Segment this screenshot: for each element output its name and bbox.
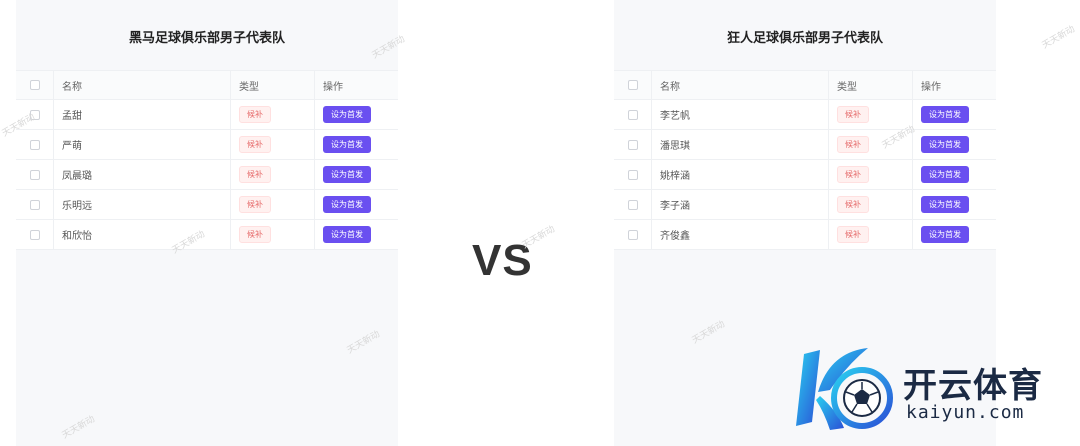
player-name: 李子涵 [652,190,829,219]
column-header-action: 操作 [921,81,941,93]
row-checkbox[interactable] [627,199,638,210]
left-team-table: 名称 类型 操作 孟甜 候补 设为首发 严萌 候补 设为首发 凤晨璐 候补 设为… [16,70,398,250]
table-row: 姚梓涵 候补 设为首发 [614,160,996,190]
status-badge: 候补 [239,106,271,123]
status-badge: 候补 [239,196,271,213]
column-header-type: 类型 [231,71,315,99]
row-checkbox[interactable] [29,139,40,150]
set-starter-button[interactable]: 设为首发 [921,136,969,153]
left-team-panel: 黑马足球俱乐部男子代表队 名称 类型 操作 孟甜 候补 设为首发 严萌 候补 设… [16,0,398,446]
table-row: 和欣怡 候补 设为首发 [16,220,398,250]
set-starter-button[interactable]: 设为首发 [921,196,969,213]
status-badge: 候补 [837,106,869,123]
player-name: 孟甜 [54,100,231,129]
row-checkbox[interactable] [627,139,638,150]
set-starter-button[interactable]: 设为首发 [323,226,371,243]
table-row: 凤晨璐 候补 设为首发 [16,160,398,190]
table-row: 严萌 候补 设为首发 [16,130,398,160]
table-row: 乐明远 候补 设为首发 [16,190,398,220]
status-badge: 候补 [837,166,869,183]
set-starter-button[interactable]: 设为首发 [323,136,371,153]
status-badge: 候补 [837,196,869,213]
player-name: 李艺帆 [652,100,829,129]
player-name: 凤晨璐 [54,160,231,189]
set-starter-button[interactable]: 设为首发 [921,226,969,243]
player-name: 齐俊鑫 [652,220,829,249]
row-checkbox[interactable] [29,109,40,120]
player-name: 严萌 [54,130,231,159]
right-team-title: 狂人足球俱乐部男子代表队 [726,30,883,45]
player-name: 乐明远 [54,190,231,219]
select-all-checkbox[interactable] [627,80,638,90]
select-all-checkbox[interactable] [29,80,40,90]
column-header-name: 名称 [652,71,829,99]
row-checkbox[interactable] [29,199,40,210]
left-team-title: 黑马足球俱乐部男子代表队 [128,30,285,45]
vs-label: VS [472,236,533,285]
column-header-type: 类型 [829,71,913,99]
table-row: 李艺帆 候补 设为首发 [614,100,996,130]
player-name: 和欣怡 [54,220,231,249]
set-starter-button[interactable]: 设为首发 [323,106,371,123]
logo-url-text: kaiyun.com [906,402,1025,423]
status-badge: 候补 [239,166,271,183]
status-badge: 候补 [239,226,271,243]
table-row: 齐俊鑫 候补 设为首发 [614,220,996,250]
table-header: 名称 类型 操作 [614,71,996,100]
table-row: 孟甜 候补 设为首发 [16,100,398,130]
status-badge: 候补 [239,136,271,153]
row-checkbox[interactable] [29,169,40,180]
player-name: 潘思琪 [652,130,829,159]
column-header-action: 操作 [323,81,343,93]
table-row: 潘思琪 候补 设为首发 [614,130,996,160]
set-starter-button[interactable]: 设为首发 [323,166,371,183]
status-badge: 候补 [837,226,869,243]
table-row: 李子涵 候补 设为首发 [614,190,996,220]
right-team-table: 名称 类型 操作 李艺帆 候补 设为首发 潘思琪 候补 设为首发 姚梓涵 候补 … [614,70,996,250]
ko-ball-icon [796,348,893,430]
set-starter-button[interactable]: 设为首发 [921,166,969,183]
logo-brand-text: 开云体育 [903,367,1043,405]
row-checkbox[interactable] [627,229,638,240]
player-name: 姚梓涵 [652,160,829,189]
set-starter-button[interactable]: 设为首发 [921,106,969,123]
column-header-name: 名称 [54,71,231,99]
row-checkbox[interactable] [627,109,638,120]
row-checkbox[interactable] [29,229,40,240]
watermark: 天天新动 [1040,23,1077,51]
row-checkbox[interactable] [627,169,638,180]
status-badge: 候补 [837,136,869,153]
kaiyun-logo: 开云体育 kaiyun.com [790,342,1070,437]
table-header: 名称 类型 操作 [16,71,398,100]
set-starter-button[interactable]: 设为首发 [323,196,371,213]
